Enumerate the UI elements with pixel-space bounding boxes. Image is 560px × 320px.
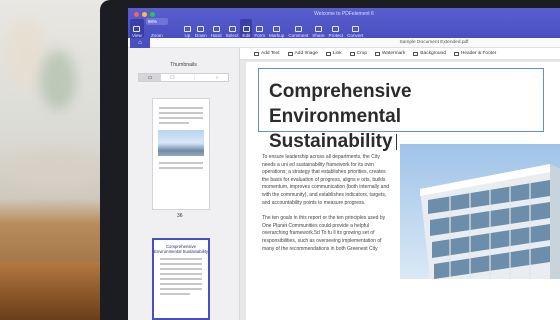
thumb-text-line [159,162,203,164]
toolbar-zoom-button[interactable]: 98% Zoom [144,18,170,38]
thumb-text-line [160,273,202,275]
page-number-label: 36 [177,213,183,219]
hand-icon [212,26,220,32]
add-image-icon [287,51,293,56]
thumb-title: Comprehensive Environmental Sustainabili… [154,244,208,254]
toolbar-select-button[interactable]: Select [224,19,241,38]
add-text-button[interactable]: Add Text [254,51,280,56]
thumb-text-line [159,122,189,124]
zoom-control[interactable]: 98% [145,18,168,25]
thumb-text-line [160,283,202,285]
pdf-page: Comprehensive Environmental Sustainabili… [246,62,560,320]
edit-icon [242,26,250,32]
header-footer-icon [453,51,459,56]
page-thumbnail[interactable] [152,98,210,210]
title-text-box[interactable]: Comprehensive Environmental Sustainabili… [258,68,544,152]
toolbar-protect-button[interactable]: Protect [327,19,346,38]
edit-label: Add Image [294,51,318,56]
thumb-text-line [159,167,203,169]
thumb-text-line [160,258,202,260]
toolbar-up-button[interactable]: Up [182,19,193,38]
body-text[interactable]: To ensure leadership across all departme… [262,154,390,253]
thumbnail-sidebar: Thumbnails ▭ ☐ ⋮ ○ 36 Comprehensive Envi… [128,48,240,320]
page-thumbnail-selected[interactable]: Comprehensive Environmental Sustainabili… [152,238,210,320]
tab-bar: ⌂ Sample Document Extended.pdf [128,38,560,48]
toolbar-comment-button[interactable]: Comment [286,19,310,38]
link-button[interactable]: Link [325,51,342,56]
watermark-icon [375,51,381,56]
window-title: Welcome to PDFelement 6 [314,11,374,17]
thumb-text-line [160,278,202,280]
edit-label: Crop [356,51,368,56]
document-tab-title[interactable]: Sample Document Extended.pdf [128,40,560,45]
blurred-plant [40,50,76,110]
thumb-text-line [160,263,202,265]
building-photo-illustration [400,144,560,279]
share-icon [314,26,322,32]
add-image-button[interactable]: Add Image [287,51,318,56]
watermark-button[interactable]: Watermark [375,51,405,56]
toolbar-form-button[interactable]: Form [252,19,267,38]
main-toolbar: View 98% Zoom Up Down Hand Select Edit F… [130,18,558,38]
toolbar-hand-button[interactable]: Hand [209,19,224,38]
sidebar-title: Thumbnails [170,62,197,68]
background-button[interactable]: Background [413,51,446,56]
edit-label: Link [332,51,342,56]
thumb-text-line [160,268,202,270]
view-icon [133,26,141,32]
page-title-line2: Sustainability [269,131,393,152]
title-bar: Welcome to PDFelement 6 View 98% Zoom Up… [128,8,560,38]
blurred-object [10,150,100,190]
up-icon [183,26,191,32]
crop-button[interactable]: Crop [349,51,368,56]
background-icon [413,51,419,56]
thumb-text-line [160,293,190,295]
form-icon [256,26,264,32]
list-icon[interactable]: ⋮ [184,74,206,81]
building-photo[interactable] [400,144,560,279]
paragraph-1: To ensure leadership across all departme… [262,154,389,206]
header-footer-button[interactable]: Header & Footer [453,51,497,56]
bookmark-icon[interactable]: ☐ [161,74,183,81]
search-icon[interactable]: ○ [206,74,228,81]
comment-icon [294,26,302,32]
thumb-text-line [160,288,202,290]
crop-icon [349,51,355,56]
workspace: Thumbnails ▭ ☐ ⋮ ○ 36 Comprehensive Envi… [128,48,560,320]
link-icon [325,51,331,56]
thumb-text-line [159,117,203,119]
toolbar-edit-button[interactable]: Edit [240,19,253,38]
toolbar-down-button[interactable]: Down [193,19,209,38]
convert-icon [351,26,359,32]
down-icon [197,26,205,32]
document-area: Add Text Add Image Link Crop Watermark B… [240,48,560,320]
thumb-text-line [159,112,203,114]
text-cursor [395,133,397,150]
edit-label: Watermark [382,51,406,56]
toolbar-share-button[interactable]: Share [310,19,326,38]
zoom-select[interactable]: 98% [145,18,168,25]
thumb-text-line [159,107,203,109]
toolbar-markup-button[interactable]: Markup [267,19,286,38]
app-window: Welcome to PDFelement 6 View 98% Zoom Up… [128,8,560,320]
page-title-line1: Comprehensive Environmental [269,81,412,127]
add-text-icon [254,51,259,56]
edit-label: Background [420,51,446,56]
sidebar-tabs: ▭ ☐ ⋮ ○ [138,73,229,82]
thumb-city-image [158,130,204,156]
markup-icon [273,26,281,32]
thumbnail-icon[interactable]: ▭ [139,74,162,81]
protect-icon [332,26,340,32]
edit-label: Header & Footer [460,51,497,56]
toolbar-view-button[interactable]: View [130,19,144,38]
toolbar-convert-button[interactable]: Convert [345,19,365,38]
edit-label: Add Text [261,51,280,56]
paragraph-2: The ten goals in this report or the ten … [262,215,386,252]
select-icon [228,26,236,32]
edit-toolbar: Add Text Add Image Link Crop Watermark B… [240,48,560,60]
